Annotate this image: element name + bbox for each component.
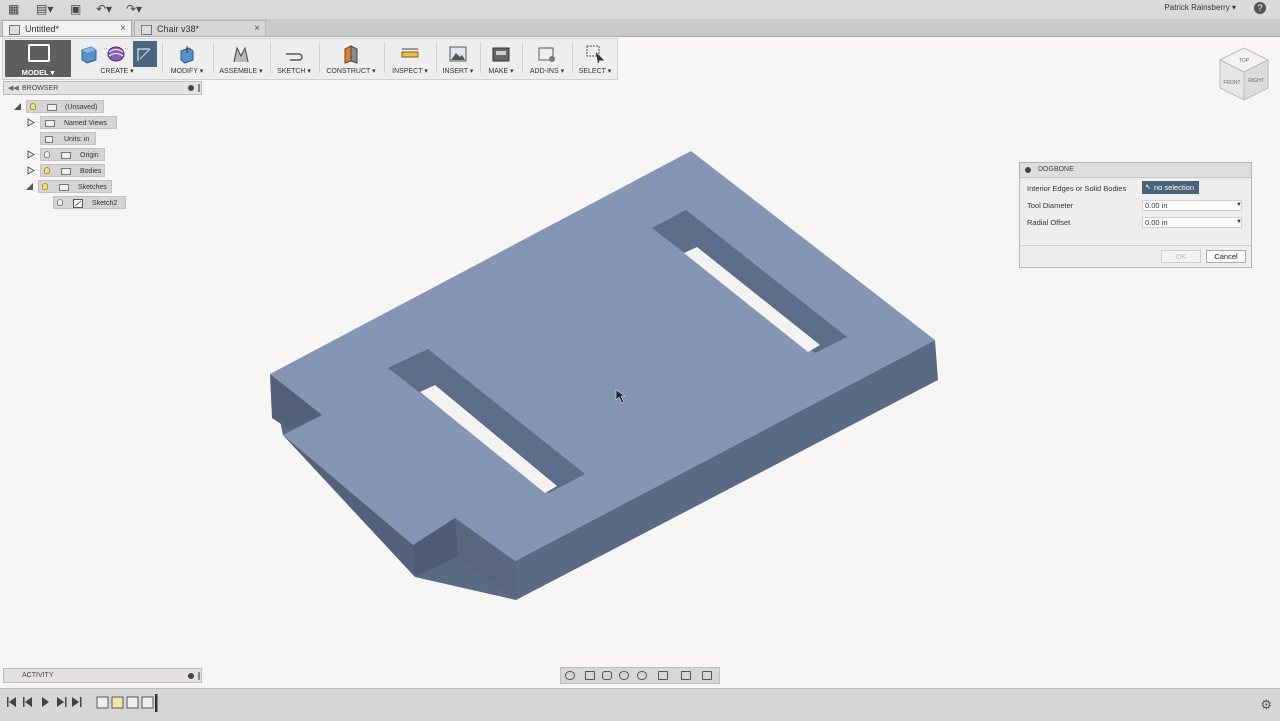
sketch-feature-icon[interactable] xyxy=(96,696,109,709)
play-icon[interactable] xyxy=(42,697,49,707)
chevron-down-icon[interactable]: ▼ xyxy=(1236,202,1242,208)
tool-diameter-input[interactable]: 0.00 in xyxy=(1142,200,1242,211)
cursor-icon: ↖ xyxy=(1145,184,1151,191)
ok-button[interactable]: OK xyxy=(1161,250,1201,263)
radial-offset-label: Radial Offset xyxy=(1027,218,1071,227)
resize-handle[interactable] xyxy=(198,672,200,680)
orbit-icon[interactable] xyxy=(565,671,575,680)
pan-icon[interactable] xyxy=(602,671,612,680)
divider xyxy=(1020,245,1251,246)
look-at-icon[interactable] xyxy=(585,671,595,680)
view-cube-right[interactable]: RIGHT xyxy=(1248,78,1264,84)
dialog-collapse-icon[interactable] xyxy=(1025,167,1031,173)
dialog-header[interactable]: DOGBONE xyxy=(1020,163,1251,178)
timeline-marker[interactable] xyxy=(155,694,158,712)
dialog-title: DOGBONE xyxy=(1038,166,1074,173)
fit-icon[interactable] xyxy=(637,671,647,680)
view-cube-front[interactable]: FRONT xyxy=(1223,80,1240,86)
timeline: ⚙ xyxy=(0,688,1280,721)
model-canvas[interactable] xyxy=(0,0,1280,720)
viewports-icon[interactable] xyxy=(702,671,712,680)
activity-title: ACTIVITY xyxy=(22,672,54,679)
tool-diameter-label: Tool Diameter xyxy=(1027,201,1074,210)
chevron-down-icon[interactable]: ▼ xyxy=(1236,219,1242,225)
sketch-feature-icon[interactable] xyxy=(111,696,124,709)
plate-body[interactable] xyxy=(270,151,938,600)
cancel-button[interactable]: Cancel xyxy=(1206,250,1246,263)
extrude-feature-icon[interactable] xyxy=(141,696,154,709)
timeline-controls xyxy=(7,697,82,707)
view-cube-top[interactable]: TOP xyxy=(1239,58,1250,64)
extrude-feature-icon[interactable] xyxy=(126,696,139,709)
activity-panel-header[interactable]: ACTIVITY xyxy=(3,668,202,683)
edges-label: Interior Edges or Solid Bodies xyxy=(1027,184,1127,193)
go-to-end-icon[interactable] xyxy=(72,697,82,707)
zoom-icon[interactable] xyxy=(619,671,629,680)
edge-selection-button[interactable]: ↖ no selection xyxy=(1142,181,1199,194)
selection-status: no selection xyxy=(1154,183,1195,192)
radial-offset-input[interactable]: 0.00 in xyxy=(1142,217,1242,228)
dogbone-dialog: DOGBONE Interior Edges or Solid Bodies ↖… xyxy=(1019,162,1252,268)
step-back-icon[interactable] xyxy=(23,697,32,707)
view-cube[interactable]: TOP FRONT RIGHT xyxy=(1214,44,1274,106)
gear-icon[interactable]: ⚙ xyxy=(1260,697,1272,713)
display-settings-icon[interactable] xyxy=(658,671,668,680)
grid-settings-icon[interactable] xyxy=(681,671,691,680)
pin-icon[interactable] xyxy=(188,673,194,679)
timeline-features xyxy=(96,694,158,712)
navigation-bar xyxy=(560,667,720,684)
plate-top-face xyxy=(270,151,935,561)
go-to-start-icon[interactable] xyxy=(7,697,16,707)
step-forward-icon[interactable] xyxy=(57,697,67,707)
